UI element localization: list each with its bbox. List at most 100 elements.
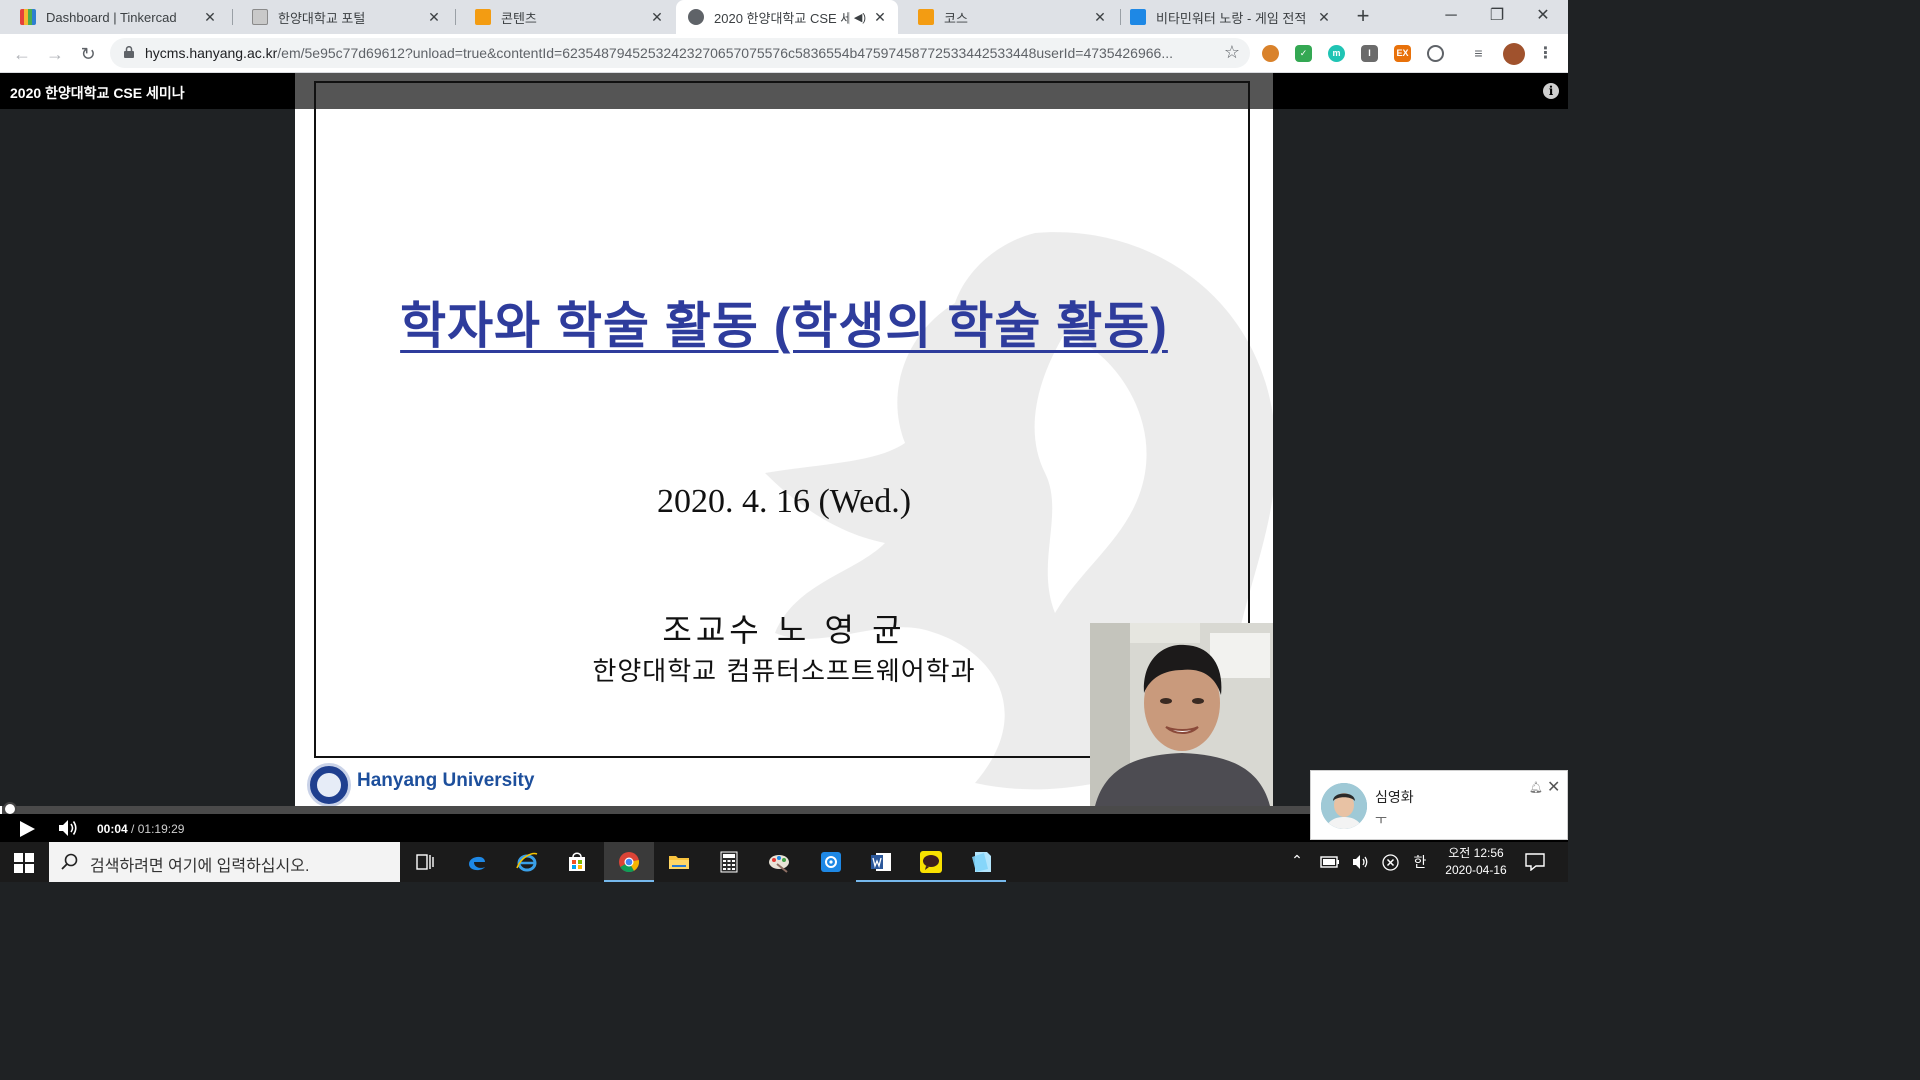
duration: 01:19:29 — [137, 822, 185, 836]
pencil-icon — [475, 9, 491, 25]
course-title: 2020 한양대학교 CSE 세미나 — [10, 85, 185, 101]
cookie-extension-icon[interactable] — [1262, 45, 1279, 62]
presenter-webcam — [1090, 623, 1273, 806]
battery-icon[interactable] — [1320, 855, 1340, 869]
globe-icon — [688, 9, 704, 25]
info-icon[interactable]: i — [1543, 83, 1559, 99]
paint-palette-icon — [769, 855, 789, 873]
close-icon[interactable]: ✕ — [872, 9, 888, 25]
taskbar-paint[interactable] — [754, 842, 804, 882]
taskbar-app-note[interactable] — [956, 842, 1006, 882]
taskbar-word[interactable] — [856, 842, 906, 882]
bookmark-star-icon[interactable]: ☆ — [1224, 42, 1240, 63]
taskbar-file-explorer[interactable] — [654, 842, 704, 882]
clock-time: 오전 12:56 — [1448, 846, 1504, 860]
tab-opgg[interactable]: 비타민워터 노랑 - 게임 전적 ✕ — [1120, 0, 1342, 34]
ex-extension-icon[interactable]: EX — [1394, 45, 1411, 62]
search-icon — [61, 853, 78, 870]
close-window-button[interactable]: ✕ — [1520, 0, 1566, 34]
tab-contents[interactable]: 콘텐츠 ✕ — [455, 0, 675, 34]
windows-taskbar: 검색하려면 여기에 입력하십시오. ⌃ 한 오전 12:56 2020-04-1… — [0, 842, 1568, 882]
address-bar[interactable]: hycms.hanyang.ac.kr/em/5e95c77d69612?unl… — [110, 38, 1250, 68]
speaker-icon[interactable]: ◀) — [854, 11, 866, 24]
edge-icon — [469, 856, 485, 871]
clock-date: 2020-04-16 — [1445, 863, 1507, 877]
url-text[interactable]: hycms.hanyang.ac.kr/em/5e95c77d69612?unl… — [145, 45, 1205, 61]
minimize-button[interactable]: ─ — [1428, 0, 1474, 34]
pencil-icon — [918, 9, 934, 25]
taskbar-store[interactable] — [552, 842, 602, 882]
circle-extension-icon[interactable] — [1427, 45, 1444, 62]
speaker-icon[interactable] — [1352, 854, 1370, 870]
opgg-icon — [1130, 9, 1146, 25]
m-extension-icon[interactable]: m — [1328, 45, 1345, 62]
network-disconnected-icon[interactable] — [1382, 854, 1399, 871]
tab-title: 비타민워터 노랑 - 게임 전적 — [1156, 10, 1307, 26]
camera-app-icon — [821, 852, 841, 872]
tab-title: Dashboard | Tinkercad — [46, 9, 177, 25]
university-seal-icon — [307, 763, 351, 807]
tab-course[interactable]: 코스 ✕ — [898, 0, 1118, 34]
taskbar-edge[interactable] — [452, 842, 502, 882]
document-app-icon — [972, 852, 991, 872]
windows-start-icon[interactable] — [14, 853, 34, 873]
close-icon[interactable]: ✕ — [1092, 9, 1108, 25]
close-icon[interactable]: ✕ — [1316, 9, 1332, 25]
tab-hanyang-portal[interactable]: 한양대학교 포털 ✕ — [232, 0, 452, 34]
reload-button[interactable]: ↻ — [76, 42, 100, 66]
media-control-icon[interactable]: ≡ — [1470, 45, 1487, 62]
taskbar-internet-explorer[interactable] — [502, 842, 552, 882]
taskbar-app-blue[interactable] — [806, 842, 856, 882]
university-name: Hanyang University — [357, 770, 535, 791]
slide-date: 2020. 4. 16 (Wed.) — [656, 483, 912, 520]
forward-button[interactable]: → — [43, 42, 67, 66]
tab-title: 코스 — [944, 10, 968, 26]
chrome-icon — [619, 852, 640, 873]
time-separator: / — [131, 822, 135, 836]
avatar — [1321, 783, 1367, 829]
url-host: hycms.hanyang.ac.kr — [145, 45, 278, 61]
close-icon[interactable]: ✕ — [426, 9, 442, 25]
tab-cse-seminar[interactable]: 2020 한양대학교 CSE 세 ◀) ✕ — [676, 0, 898, 34]
kakaotalk-icon — [920, 851, 942, 873]
chevron-up-icon[interactable]: ⌃ — [1289, 852, 1305, 869]
tab-title: 2020 한양대학교 CSE 세 — [714, 10, 850, 26]
tab-tinkercad[interactable]: Dashboard | Tinkercad ✕ — [0, 0, 228, 34]
browser-tab-strip: Dashboard | Tinkercad ✕ 한양대학교 포털 ✕ 콘텐츠 ✕… — [0, 0, 1568, 34]
portal-icon — [252, 9, 268, 25]
task-view-button[interactable] — [400, 842, 450, 882]
task-view-icon — [416, 854, 434, 870]
internet-explorer-icon — [516, 852, 538, 872]
tinkercad-icon — [20, 9, 36, 25]
current-time: 00:04 — [97, 822, 128, 836]
close-icon[interactable]: ✕ — [202, 9, 218, 25]
action-center-icon[interactable] — [1525, 853, 1545, 871]
new-tab-button[interactable]: + — [1352, 5, 1374, 27]
bell-icon[interactable]: 🔔︎ — [1529, 781, 1543, 794]
slide-title: 학자와 학술 활동 (학생의 학술 활동) — [400, 298, 1168, 354]
taskbar-kakaotalk[interactable] — [906, 842, 956, 882]
back-button[interactable]: ← — [10, 42, 34, 66]
taskbar-chrome[interactable] — [604, 842, 654, 882]
ime-indicator[interactable]: 한 — [1409, 852, 1431, 872]
shield-extension-icon[interactable]: ✓ — [1295, 45, 1312, 62]
close-icon[interactable]: ✕ — [1547, 777, 1560, 797]
i-extension-icon[interactable]: I — [1361, 45, 1378, 62]
profile-avatar[interactable] — [1503, 43, 1525, 65]
restore-button[interactable]: ❐ — [1474, 0, 1520, 34]
chat-notification[interactable]: 심영화 ㅜ 🔔︎ ✕ — [1310, 770, 1568, 840]
volume-icon[interactable] — [58, 819, 78, 837]
contact-photo-icon — [1321, 783, 1367, 829]
taskbar-calculator[interactable] — [704, 842, 754, 882]
menu-icon[interactable]: ⋮ — [1537, 45, 1554, 62]
search-placeholder: 검색하려면 여기에 입력하십시오. — [90, 858, 310, 875]
play-button[interactable] — [20, 821, 35, 837]
url-path: /em/5e95c77d69612?unload=true&contentId=… — [277, 45, 1173, 61]
system-clock[interactable]: 오전 12:56 2020-04-16 — [1436, 845, 1516, 879]
taskbar-search-input[interactable]: 검색하려면 여기에 입력하십시오. — [49, 842, 400, 882]
sender-name: 심영화 — [1375, 789, 1414, 805]
calculator-icon — [720, 851, 738, 873]
seek-bar-fill — [0, 806, 2, 814]
word-icon — [871, 853, 891, 871]
close-icon[interactable]: ✕ — [649, 9, 665, 25]
